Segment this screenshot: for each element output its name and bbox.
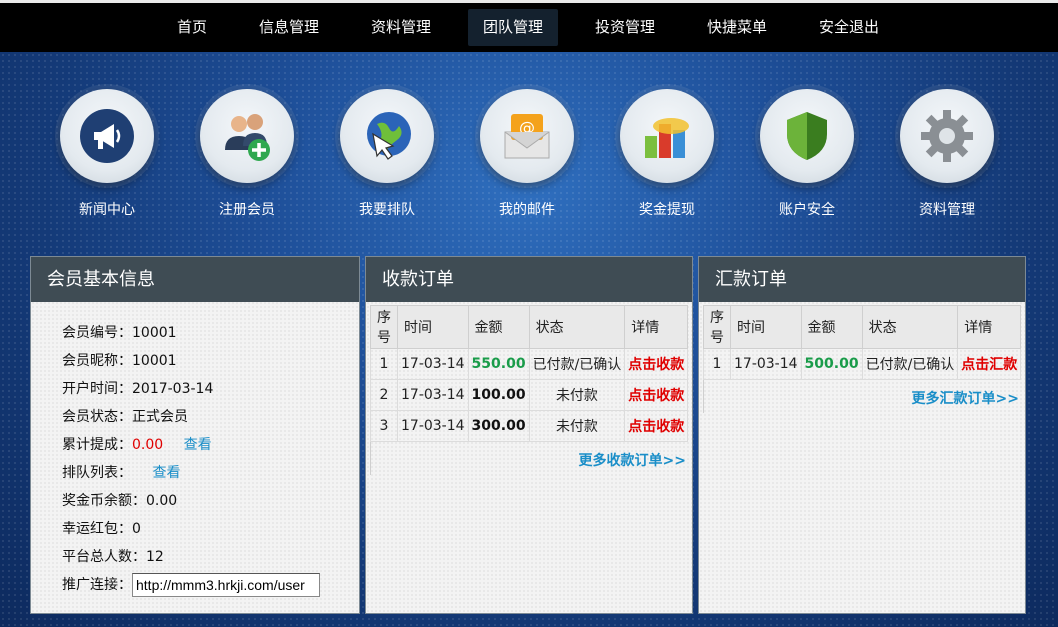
mail-icon: @ bbox=[480, 89, 574, 183]
queue-view-link[interactable]: 查看 bbox=[152, 465, 180, 481]
shortcut-label: 我的邮件 bbox=[499, 202, 555, 218]
col-index: 序号 bbox=[703, 305, 731, 349]
shortcut-register-member[interactable]: 注册会员 bbox=[192, 89, 302, 219]
member-info-list: 会员编号：10001 会员昵称：10001 开户时间：2017-03-14 会员… bbox=[62, 319, 320, 599]
receive-action-link[interactable]: 点击收款 bbox=[624, 348, 689, 380]
shortcut-label: 注册会员 bbox=[219, 202, 275, 218]
table-row: 1 17-03-14 550.00 已付款/已确认 点击收款 bbox=[370, 348, 689, 380]
nav-quick-menu[interactable]: 快捷菜单 bbox=[697, 9, 777, 46]
remit-orders-table: 序号 时间 金额 状态 详情 1 17-03-14 500.00 已付款/已确认… bbox=[703, 305, 1022, 380]
promo-label: 推广连接： bbox=[62, 577, 132, 593]
col-amount: 金额 bbox=[467, 305, 530, 349]
member-info-panel: 会员基本信息 会员编号：10001 会员昵称：10001 开户时间：2017-0… bbox=[30, 256, 360, 614]
shortcut-bonus-withdraw[interactable]: 奖金提现 bbox=[612, 89, 722, 219]
col-detail: 详情 bbox=[624, 305, 689, 349]
member-commission-row: 累计提成：0.00 查看 bbox=[62, 431, 320, 459]
shortcut-label: 新闻中心 bbox=[79, 202, 135, 218]
nav-home[interactable]: 首页 bbox=[167, 9, 217, 46]
top-nav-bar: 首页 信息管理 资料管理 团队管理 投资管理 快捷菜单 安全退出 bbox=[0, 0, 1058, 52]
pie-chart-icon bbox=[620, 89, 714, 183]
add-member-icon bbox=[200, 89, 294, 183]
col-status: 状态 bbox=[861, 305, 959, 349]
table-row: 3 17-03-14 300.00 未付款 点击收款 bbox=[370, 410, 689, 442]
col-status: 状态 bbox=[528, 305, 626, 349]
shortcut-news-center[interactable]: 新闻中心 bbox=[52, 89, 162, 219]
remit-action-link[interactable]: 点击汇款 bbox=[957, 348, 1022, 380]
more-remit-orders-link[interactable]: 更多汇款订单>> bbox=[912, 388, 1019, 408]
member-status: 会员状态：正式会员 bbox=[62, 409, 188, 425]
commission-value: 0.00 bbox=[132, 437, 164, 453]
queue-label: 排队列表： bbox=[62, 465, 132, 481]
nav-invest-manage[interactable]: 投资管理 bbox=[585, 9, 665, 46]
receive-action-link[interactable]: 点击收款 bbox=[624, 379, 689, 411]
table-header-row: 序号 时间 金额 状态 详情 bbox=[703, 305, 1022, 349]
shortcut-profile-manage[interactable]: 资料管理 bbox=[892, 89, 1002, 219]
top-border bbox=[0, 0, 1058, 3]
col-time: 时间 bbox=[397, 305, 469, 349]
shortcut-label: 我要排队 bbox=[359, 202, 415, 218]
bonus-balance: 奖金币余额：0.00 bbox=[62, 493, 178, 509]
panel-title: 收款订单 bbox=[366, 257, 692, 302]
member-queue-row: 排队列表： 查看 bbox=[62, 459, 320, 487]
platform-total: 平台总人数：12 bbox=[62, 549, 164, 565]
receive-orders-table: 序号 时间 金额 状态 详情 1 17-03-14 550.00 已付款/已确认… bbox=[370, 305, 689, 442]
member-open-time: 开户时间：2017-03-14 bbox=[62, 381, 214, 397]
table-row: 1 17-03-14 500.00 已付款/已确认 点击汇款 bbox=[703, 348, 1022, 380]
col-time: 时间 bbox=[730, 305, 802, 349]
shortcut-account-security[interactable]: 账户安全 bbox=[752, 89, 862, 219]
col-amount: 金额 bbox=[800, 305, 863, 349]
shortcut-label: 资料管理 bbox=[919, 202, 975, 218]
promo-link-row: 推广连接： bbox=[62, 571, 320, 599]
shortcut-queue[interactable]: 我要排队 bbox=[332, 89, 442, 219]
panel-title: 汇款订单 bbox=[699, 257, 1025, 302]
commission-label: 累计提成： bbox=[62, 437, 132, 453]
table-header-row: 序号 时间 金额 状态 详情 bbox=[370, 305, 689, 349]
member-nickname: 会员昵称：10001 bbox=[62, 353, 177, 369]
gear-icon bbox=[900, 89, 994, 183]
globe-cursor-icon bbox=[340, 89, 434, 183]
megaphone-icon bbox=[60, 89, 154, 183]
nav-info-manage[interactable]: 信息管理 bbox=[249, 9, 329, 46]
nav-logout[interactable]: 安全退出 bbox=[809, 9, 889, 46]
col-index: 序号 bbox=[370, 305, 398, 349]
nav-profile-manage[interactable]: 资料管理 bbox=[361, 9, 441, 46]
lucky-packet: 幸运红包：0 bbox=[62, 521, 141, 537]
panel-title: 会员基本信息 bbox=[31, 257, 359, 302]
shortcut-label: 奖金提现 bbox=[639, 202, 695, 218]
nav-team-manage[interactable]: 团队管理 bbox=[468, 9, 558, 46]
more-receive-orders-link[interactable]: 更多收款订单>> bbox=[579, 450, 686, 470]
receive-action-link[interactable]: 点击收款 bbox=[624, 410, 689, 442]
receive-orders-panel: 收款订单 序号 时间 金额 状态 详情 1 17-03-14 550.00 已付… bbox=[365, 256, 693, 614]
member-id: 会员编号：10001 bbox=[62, 325, 177, 341]
shield-icon bbox=[760, 89, 854, 183]
promo-link-input[interactable] bbox=[132, 573, 320, 597]
shortcut-label: 账户安全 bbox=[779, 202, 835, 218]
col-detail: 详情 bbox=[957, 305, 1022, 349]
table-row: 2 17-03-14 100.00 未付款 点击收款 bbox=[370, 379, 689, 411]
commission-view-link[interactable]: 查看 bbox=[184, 437, 212, 453]
shortcut-my-mail[interactable]: @ 我的邮件 bbox=[472, 89, 582, 219]
remit-orders-panel: 汇款订单 序号 时间 金额 状态 详情 1 17-03-14 500.00 已付… bbox=[698, 256, 1026, 614]
